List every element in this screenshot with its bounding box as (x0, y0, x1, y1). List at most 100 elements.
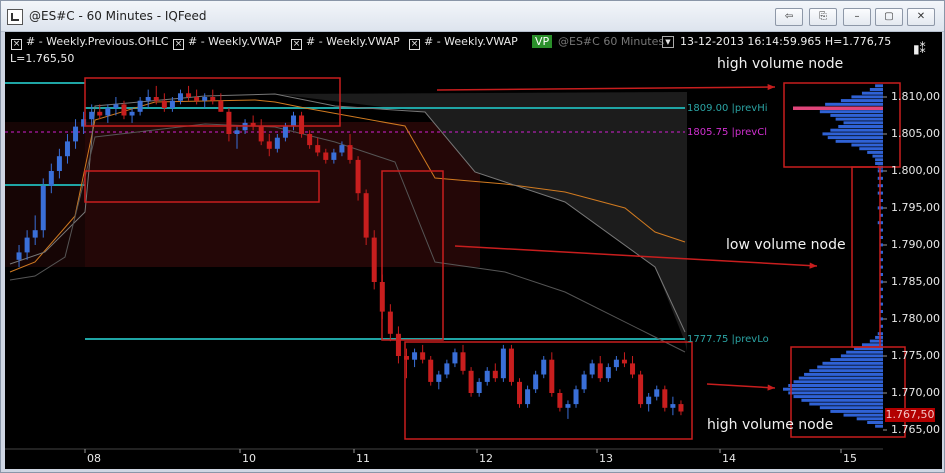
legend-weekly-vwap-1[interactable]: × # - Weekly.VWAP (173, 35, 282, 50)
volume-profile-bar (875, 424, 883, 428)
candle-body (371, 237, 377, 282)
price-axis-tick: 1.790,00 (891, 238, 940, 251)
candle-body (64, 141, 70, 157)
volume-profile-bar (880, 280, 883, 284)
current-price-tag: 1.767,50 (885, 408, 935, 422)
candle-body (234, 130, 240, 134)
arrowhead-icon (767, 83, 775, 91)
candle-body (32, 230, 38, 238)
chevron-down-icon[interactable]: ▼ (662, 36, 674, 48)
volume-profile-bar (793, 395, 883, 399)
candle-body (549, 359, 555, 393)
candle-body (194, 97, 200, 101)
volume-profile-bar (856, 417, 883, 421)
volume-profile-bar (861, 91, 883, 95)
candle-body (121, 104, 127, 116)
candle-body (202, 97, 208, 101)
volume-profile-bar (880, 228, 883, 232)
legend-label: # - Weekly.VWAP (424, 35, 518, 48)
price-axis-tick: 1.780,00 (891, 312, 940, 325)
candle-body (508, 348, 514, 382)
restore-button[interactable]: ▢ (875, 8, 903, 26)
candle-body (428, 359, 434, 382)
candle-body (573, 389, 579, 405)
volume-profile-bar (880, 199, 883, 202)
volume-profile-bar (880, 265, 883, 269)
close-button[interactable]: ✕ (907, 8, 935, 26)
candle-body (638, 374, 644, 405)
volume-profile-bar (783, 387, 883, 391)
volume-profile-bar (880, 250, 883, 254)
volume-profile-bar (793, 380, 883, 384)
chart-window: @ES#C - 60 Minutes - IQFeed ⇦ ⎘ – ▢ ✕ × #… (0, 0, 945, 473)
dock-button[interactable]: ⇦ (775, 8, 803, 26)
candle-body (630, 363, 636, 375)
volume-profile-bar (867, 150, 883, 154)
title-bar[interactable]: @ES#C - 60 Minutes - IQFeed ⇦ ⎘ – ▢ ✕ (1, 1, 944, 32)
candle-body (153, 97, 159, 101)
vp-symbol-label: @ES#C 60 Minutes (558, 35, 665, 48)
volume-profile-bar (809, 369, 883, 373)
candle-body (565, 404, 571, 408)
time-axis-tick: 12 (479, 452, 493, 465)
candle-body (484, 370, 490, 382)
volume-profile-bar (830, 409, 883, 413)
volume-profile-bar (875, 162, 883, 165)
candle-body (452, 352, 458, 364)
volume-profile-bar (869, 339, 883, 343)
price-axis-tick: 1.795,00 (891, 201, 940, 214)
legend-weekly-vwap-3[interactable]: × # - Weekly.VWAP (409, 35, 518, 50)
volume-profile-bar (804, 372, 883, 376)
previous-week-range-shade (85, 122, 480, 267)
volume-profile-bar (880, 243, 883, 247)
vp-badge[interactable]: VP (532, 35, 553, 48)
volume-profile-bar (880, 236, 883, 239)
volume-profile-bar (822, 361, 883, 365)
candle-body (48, 171, 54, 186)
candle-body (557, 393, 563, 408)
candle-body (412, 352, 418, 360)
volume-profile-bar (880, 324, 883, 328)
pin-icon[interactable]: ▮⁑ (913, 42, 926, 56)
candle-body (597, 363, 603, 379)
candle-body (436, 374, 442, 382)
candle-body (97, 111, 103, 116)
volume-profile-bar (798, 376, 883, 380)
annotation-bottom: high volume node (707, 417, 834, 433)
candle-body (290, 115, 296, 127)
annotation-arrow (436, 86, 776, 91)
volume-profile-bar (788, 391, 883, 395)
close-icon[interactable]: × (173, 39, 184, 50)
candle-body (40, 185, 46, 231)
candle-body (129, 111, 135, 116)
candle-body (258, 126, 264, 142)
volume-profile-bar (843, 121, 883, 125)
link-button[interactable]: ⎘ (809, 8, 837, 26)
candle-body (210, 97, 216, 101)
annotation-arrow (706, 383, 776, 389)
time-axis-tick: 14 (722, 452, 736, 465)
candle-body (525, 389, 531, 405)
annotation-box (404, 341, 693, 440)
price-axis-tick: 1.785,00 (891, 275, 940, 288)
app-icon (7, 9, 23, 25)
candle-body (541, 359, 547, 375)
close-icon[interactable]: × (291, 39, 302, 50)
volume-profile-bar (880, 213, 883, 217)
price-axis-tick: 1.805,00 (891, 127, 940, 140)
volume-profile-bar (875, 335, 883, 339)
time-axis-tick: 15 (843, 452, 857, 465)
candle-body (444, 363, 450, 375)
minimize-button[interactable]: – (843, 8, 871, 26)
price-chart[interactable]: × # - Weekly.Previous.OHLC × # - Weekly.VW… (5, 32, 942, 469)
candle-body (331, 152, 337, 160)
legend-weekly-vwap-2[interactable]: × # - Weekly.VWAP (291, 35, 400, 50)
candle-body (363, 193, 369, 238)
candle-body (662, 389, 668, 408)
candle-body (517, 381, 523, 405)
close-icon[interactable]: × (11, 39, 22, 50)
legend-weekly-previous-ohlc[interactable]: × # - Weekly.Previous.OHLC (11, 35, 169, 50)
candle-body (347, 145, 353, 160)
volume-profile-bar (835, 117, 883, 121)
close-icon[interactable]: × (409, 39, 420, 50)
